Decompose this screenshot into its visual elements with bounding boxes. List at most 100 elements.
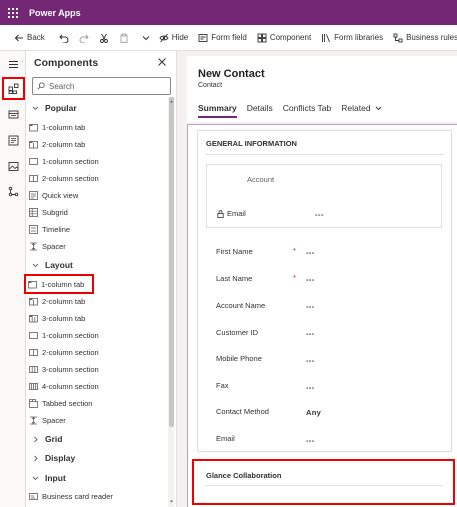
- component-label: Tabbed section: [42, 398, 93, 408]
- tab-2col-icon: [29, 297, 38, 306]
- section-1col-icon: [29, 331, 38, 340]
- component-2-column-tab[interactable]: 2-column tab: [29, 137, 169, 151]
- component-label: 3-column tab: [42, 313, 86, 323]
- hamburger-menu-button[interactable]: [4, 55, 22, 73]
- cut-button[interactable]: [94, 33, 114, 43]
- search-icon: [37, 82, 45, 90]
- component-1-column-section[interactable]: 1-column section: [29, 154, 169, 168]
- back-button[interactable]: Back: [0, 33, 50, 43]
- component-layout-spacer[interactable]: Spacer: [29, 413, 169, 427]
- more-chevron-button[interactable]: [138, 33, 154, 43]
- field-value-last-name[interactable]: ---: [306, 275, 314, 284]
- form-title: New Contact: [198, 68, 265, 80]
- display-section-header[interactable]: Display: [32, 453, 75, 463]
- field-value-customer-id[interactable]: ---: [306, 329, 314, 338]
- chevron-down-icon: [375, 106, 381, 110]
- component-label: 1-column section: [42, 156, 99, 166]
- section-1col-icon: [29, 157, 38, 166]
- field-value-account-name[interactable]: ---: [306, 302, 314, 311]
- components-search-input[interactable]: Search: [32, 77, 171, 95]
- tab-2col-icon: [29, 140, 38, 149]
- redo-icon: [79, 34, 89, 43]
- app-launcher-icon[interactable]: [0, 0, 25, 25]
- form-libraries-button[interactable]: Form libraries: [316, 33, 388, 43]
- quick-view-icon: [29, 190, 38, 200]
- component-quick-view[interactable]: Quick view: [29, 188, 169, 202]
- component-label: 2-column section: [42, 347, 99, 357]
- scroll-up-arrow-icon[interactable]: [168, 98, 174, 104]
- component-layout-3-column-section[interactable]: 3-column section: [29, 362, 169, 376]
- input-section-header[interactable]: Input: [32, 473, 66, 483]
- form-tabs: Summary Details Conflicts Tab Related: [198, 103, 382, 118]
- components-rail-button[interactable]: [2, 77, 25, 100]
- tab-details[interactable]: Details: [247, 103, 273, 118]
- close-icon[interactable]: [157, 57, 167, 67]
- panel-scrollbar-thumb[interactable]: [169, 97, 174, 427]
- component-business-card-reader[interactable]: Business card reader: [29, 489, 169, 503]
- required-indicator: *: [293, 246, 296, 255]
- chevron-right-icon: [34, 436, 38, 442]
- business-rules-label: Business rules: [406, 33, 457, 42]
- grid-section-header[interactable]: Grid: [32, 434, 62, 444]
- field-value-first-name[interactable]: ---: [306, 248, 314, 257]
- field-value-email[interactable]: ---: [306, 436, 314, 445]
- table-columns-rail-button[interactable]: [4, 105, 22, 123]
- component-layout-2-column-section[interactable]: 2-column section: [29, 345, 169, 359]
- tab-summary[interactable]: Summary: [198, 103, 237, 118]
- component-1-column-tab[interactable]: 1-column tab: [29, 120, 169, 134]
- tab-1col-icon: [29, 123, 38, 132]
- business-rules-rail-button[interactable]: [4, 157, 22, 175]
- scroll-down-arrow-icon[interactable]: [168, 498, 174, 504]
- scissors-icon: [99, 33, 108, 43]
- chevron-down-icon: [142, 35, 150, 40]
- popular-section-header[interactable]: Popular: [32, 103, 77, 113]
- form-field-button[interactable]: Form field: [193, 33, 252, 43]
- chevron-down-icon: [32, 263, 39, 267]
- component-timeline[interactable]: Timeline: [29, 222, 169, 236]
- component-button[interactable]: Component: [252, 33, 316, 43]
- tree-view-rail-button[interactable]: [4, 131, 22, 149]
- paste-button[interactable]: [114, 33, 134, 43]
- component-layout-1-column-tab[interactable]: 1-column tab: [24, 274, 94, 294]
- lock-icon: [217, 209, 224, 218]
- tabbed-section-icon: [29, 398, 38, 408]
- search-placeholder: Search: [49, 81, 75, 91]
- account-quick-view[interactable]: Account Email ---: [206, 164, 442, 228]
- field-value: ---: [315, 210, 324, 219]
- business-rules-icon: [393, 33, 403, 42]
- component-layout-3-column-tab[interactable]: 3-column tab: [29, 311, 169, 325]
- tree-view-icon: [8, 135, 18, 145]
- image-icon: [8, 161, 18, 171]
- tab-1col-icon: [28, 280, 37, 289]
- component-subgrid[interactable]: Subgrid: [29, 205, 169, 219]
- app-title: Power Apps: [29, 7, 81, 18]
- component-2-column-section[interactable]: 2-column section: [29, 171, 169, 185]
- component-layout-4-column-section[interactable]: 4-column section: [29, 379, 169, 393]
- component-label: Subgrid: [42, 207, 68, 217]
- general-information-section[interactable]: GENERAL INFORMATION Account Email --- Fi…: [197, 130, 452, 452]
- form-libraries-rail-button[interactable]: [4, 182, 22, 200]
- hide-button[interactable]: Hide: [154, 33, 193, 43]
- command-bar: Back Hide Form field Component Form libr…: [0, 25, 457, 51]
- component-spacer[interactable]: Spacer: [29, 239, 169, 253]
- redo-button[interactable]: [74, 33, 94, 43]
- field-value-fax[interactable]: ---: [306, 383, 314, 392]
- field-label-email: Email: [216, 434, 235, 443]
- tab-3col-icon: [29, 314, 38, 323]
- business-rules-button[interactable]: Business rules: [388, 33, 457, 43]
- form-header: New Contact Contact Summary Details Conf…: [187, 56, 457, 122]
- business-card-icon: [29, 492, 38, 501]
- glance-collaboration-section[interactable]: Glance Collaboration: [192, 459, 455, 505]
- field-value-contact-method[interactable]: Any: [306, 408, 321, 417]
- field-label-fax: Fax: [216, 381, 229, 390]
- tab-related[interactable]: Related: [341, 103, 381, 118]
- component-layout-tabbed-section[interactable]: Tabbed section: [29, 396, 169, 410]
- field-value-mobile-phone[interactable]: ---: [306, 356, 314, 365]
- layout-section-header[interactable]: Layout: [32, 260, 73, 270]
- undo-button[interactable]: [54, 33, 74, 43]
- spacer-icon: [29, 242, 38, 251]
- component-layout-1-column-section[interactable]: 1-column section: [29, 328, 169, 342]
- tab-conflicts[interactable]: Conflicts Tab: [283, 103, 332, 118]
- component-layout-2-column-tab[interactable]: 2-column tab: [29, 294, 169, 308]
- section-2col-icon: [29, 348, 38, 357]
